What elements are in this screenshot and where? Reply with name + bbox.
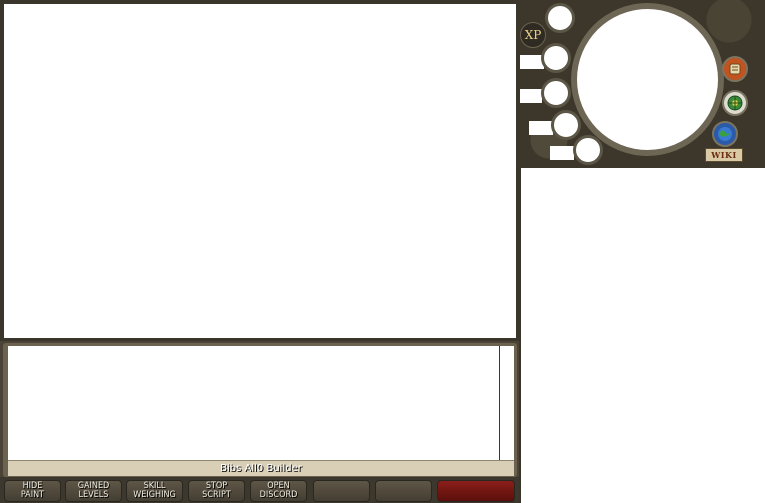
side-panel[interactable] [521, 168, 765, 503]
game-viewport-frame [0, 0, 519, 341]
compass-icon[interactable] [722, 90, 748, 116]
special-attack-value-box [550, 146, 574, 160]
gained-levels-button[interactable]: GAINED LEVELS [65, 480, 122, 502]
empty-tab-button-2[interactable] [375, 480, 432, 502]
chat-messages-area[interactable] [8, 346, 499, 460]
wiki-button[interactable]: WIKI [705, 148, 743, 162]
stop-script-button[interactable]: STOP SCRIPT [188, 480, 245, 502]
world-globe-glyph [718, 127, 732, 141]
skill-weighing-button[interactable]: SKILL WEIGHING [126, 480, 183, 502]
special-attack-orb[interactable] [573, 135, 603, 165]
open-discord-button[interactable]: OPEN DISCORD [250, 480, 307, 502]
run-energy-orb[interactable] [551, 110, 581, 140]
report-button[interactable] [437, 480, 515, 502]
hitpoints-orb[interactable] [541, 43, 571, 73]
run-energy-value-box [529, 121, 553, 135]
quest-scroll-icon[interactable] [722, 56, 748, 82]
minimap[interactable] [577, 9, 718, 150]
world-globe-icon[interactable] [712, 121, 738, 147]
compass-glyph [727, 95, 743, 111]
hide-paint-button[interactable]: HIDE PAINT [4, 480, 61, 502]
chatbox: Bibs All0 Builder [0, 341, 519, 477]
xp-drops-button[interactable]: XP [520, 22, 546, 48]
game-viewport[interactable] [4, 4, 516, 338]
script-button-bar: HIDE PAINT GAINED LEVELS SKILL WEIGHING … [0, 477, 519, 503]
chat-input-name-bar[interactable]: Bibs All0 Builder [8, 460, 514, 476]
quest-scroll-glyph [729, 63, 741, 75]
prayer-orb[interactable] [541, 78, 571, 108]
chatbox-frame: Bibs All0 Builder [3, 343, 517, 477]
empty-tab-button-1[interactable] [313, 480, 370, 502]
prayer-value-box [520, 89, 542, 103]
compass-orb[interactable] [545, 3, 575, 33]
chat-scrollbar[interactable] [499, 346, 514, 460]
